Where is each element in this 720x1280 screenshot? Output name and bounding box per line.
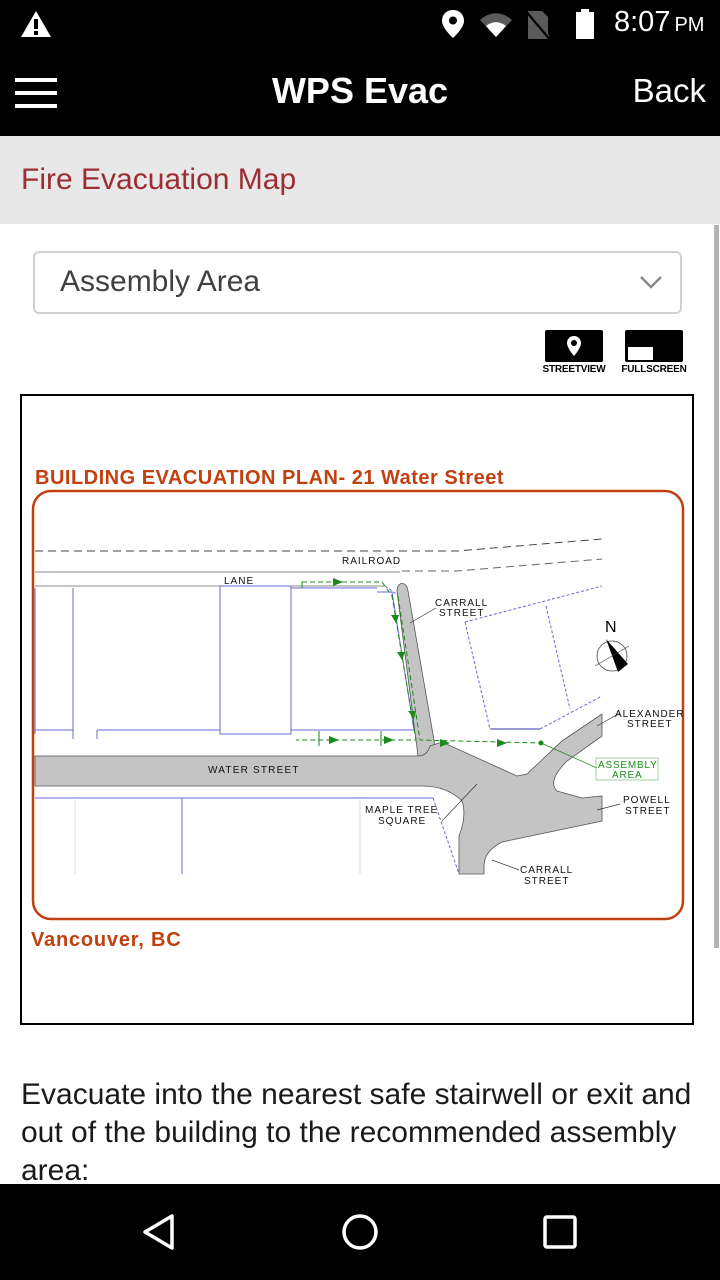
chevron-down-icon	[640, 276, 662, 289]
label-carrall-north-2: STREET	[439, 608, 484, 619]
battery-icon	[576, 9, 594, 39]
back-button[interactable]: Back	[633, 72, 706, 110]
page-header: Fire Evacuation Map	[0, 136, 720, 224]
fullscreen-label: FULLSCREEN	[621, 364, 687, 375]
label-carrall-south: CARRALL	[520, 865, 573, 876]
label-maple-tree: MAPLE TREE	[365, 805, 438, 816]
label-alexander-2: STREET	[627, 719, 672, 730]
map-footer: Vancouver, BC	[31, 929, 181, 951]
fullscreen-button[interactable]	[625, 330, 683, 362]
label-carrall-south-2: STREET	[524, 876, 569, 887]
svg-text:N: N	[605, 619, 617, 636]
status-bar: 8:07 PM	[0, 0, 720, 50]
map-type-selected-value: Assembly Area	[60, 265, 261, 298]
streetview-label: STREETVIEW	[542, 364, 606, 375]
nav-back-icon[interactable]	[140, 1212, 180, 1252]
warning-icon	[21, 11, 51, 37]
label-railroad: RAILROAD	[342, 556, 401, 567]
label-water-street: WATER STREET	[208, 765, 300, 776]
label-powell-2: STREET	[625, 806, 670, 817]
wifi-icon	[480, 13, 512, 37]
evacuation-map[interactable]: BUILDING EVACUATION PLAN- 21 Water Stree…	[20, 394, 694, 1025]
no-sim-icon	[525, 10, 551, 40]
nav-recents-icon[interactable]	[540, 1212, 580, 1252]
label-lane: LANE	[224, 576, 254, 587]
fullscreen-icon	[628, 347, 653, 360]
nav-home-icon[interactable]	[340, 1212, 380, 1252]
map-type-select[interactable]: Assembly Area	[33, 251, 682, 314]
evacuation-instructions: Evacuate into the nearest safe stairwell…	[21, 1078, 692, 1187]
north-arrow-icon: N	[594, 619, 630, 672]
location-icon	[442, 10, 464, 38]
system-nav-bar	[0, 1184, 720, 1280]
streetview-button[interactable]	[545, 330, 603, 362]
location-pin-icon	[567, 336, 581, 356]
page-title: Fire Evacuation Map	[21, 163, 297, 196]
label-powell: POWELL	[623, 795, 671, 806]
label-assembly-area-2: AREA	[612, 770, 642, 781]
scrollbar[interactable]	[714, 225, 719, 948]
map-title: BUILDING EVACUATION PLAN- 21 Water Stree…	[35, 467, 504, 489]
evacuation-map-drawing: BUILDING EVACUATION PLAN- 21 Water Stree…	[31, 467, 685, 951]
clock: 8:07 PM	[614, 6, 705, 38]
label-maple-square: SQUARE	[378, 816, 426, 827]
app-title: WPS Evac	[271, 70, 449, 111]
app-bar: WPS Evac Back	[0, 50, 720, 136]
